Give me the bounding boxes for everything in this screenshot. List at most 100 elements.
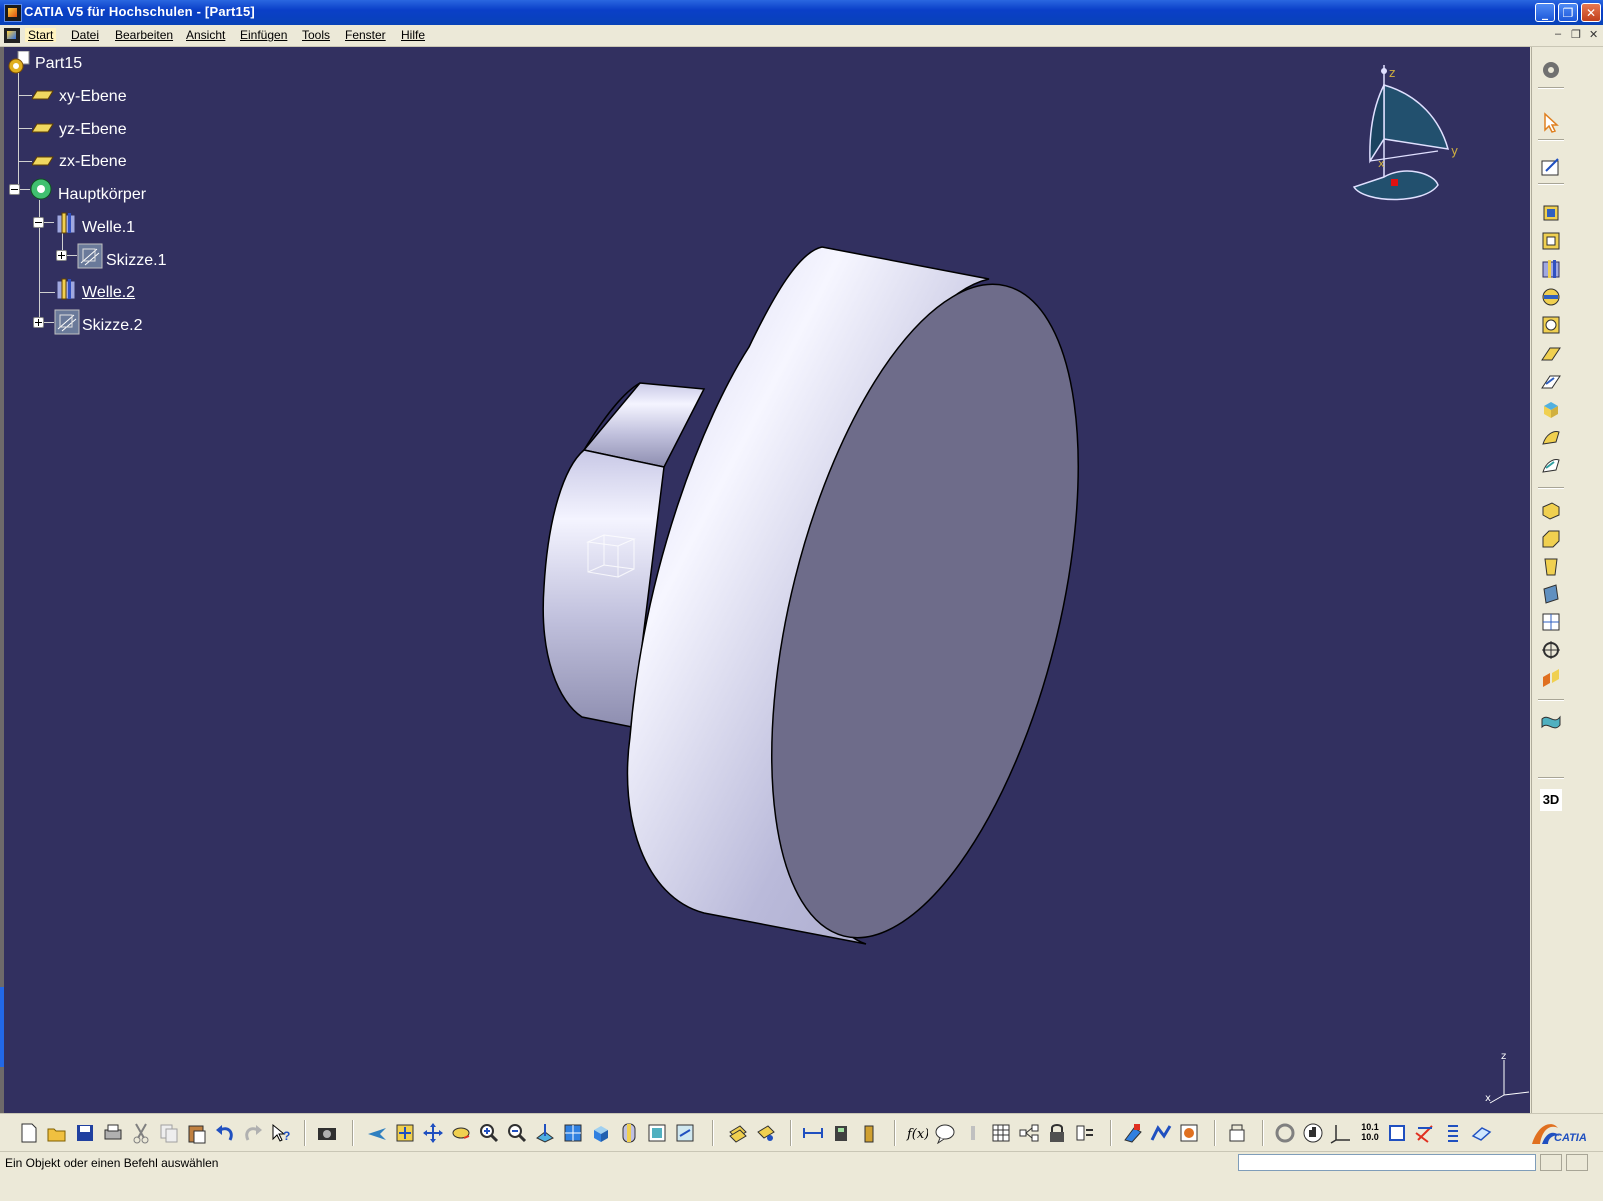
measure-inertia-icon[interactable] <box>858 1122 880 1144</box>
document-icon[interactable] <box>4 28 20 43</box>
render-icon[interactable] <box>1178 1122 1200 1144</box>
tree-item-xy-plane[interactable]: xy-Ebene <box>59 88 127 106</box>
tree-item-sketch-2[interactable]: Skizze.2 <box>82 317 142 335</box>
menu-hilfe[interactable]: Hilfe <box>401 28 425 42</box>
window-close-button[interactable]: ✕ <box>1581 3 1601 22</box>
zoom-in-icon[interactable] <box>478 1122 500 1144</box>
slot-icon[interactable] <box>1540 370 1562 392</box>
apply-material-icon[interactable] <box>1122 1122 1144 1144</box>
snap-icon[interactable] <box>1386 1122 1408 1144</box>
design-table-icon[interactable] <box>990 1122 1012 1144</box>
tree-item-zx-plane[interactable]: zx-Ebene <box>59 153 127 171</box>
undo-icon[interactable] <box>214 1122 236 1144</box>
settings-icon[interactable] <box>1540 59 1562 81</box>
pan-icon[interactable] <box>422 1122 444 1144</box>
reference-plane-icon[interactable] <box>726 1122 748 1144</box>
fillet-icon[interactable] <box>1540 499 1562 521</box>
stiffener-icon[interactable] <box>1540 398 1562 420</box>
tree-item-sketch-1[interactable]: Skizze.1 <box>106 252 166 270</box>
whats-this-icon[interactable]: ? <box>270 1122 292 1144</box>
tree-item-shaft-1[interactable]: Welle.1 <box>82 219 135 237</box>
mdi-minimize-button[interactable]: – <box>1555 28 1561 40</box>
zoom-out-icon[interactable] <box>506 1122 528 1144</box>
plane-icon[interactable] <box>32 155 54 167</box>
tree-expand-toggle[interactable] <box>33 317 44 328</box>
law-icon[interactable] <box>962 1122 984 1144</box>
catia-app-icon[interactable] <box>4 4 22 22</box>
list-icon[interactable] <box>1442 1122 1464 1144</box>
mdi-restore-button[interactable]: ❐ <box>1571 28 1581 41</box>
part-geometry[interactable] <box>4 47 1530 1113</box>
command-option-button[interactable] <box>1540 1154 1562 1171</box>
copy-icon[interactable] <box>158 1122 180 1144</box>
axis-system-icon[interactable] <box>1330 1122 1352 1144</box>
tree-item-part15[interactable]: Part15 <box>35 55 82 73</box>
sketch-icon[interactable] <box>77 243 103 269</box>
hole-icon[interactable] <box>1540 314 1562 336</box>
multi-section-icon[interactable] <box>1540 426 1562 448</box>
pocket-icon[interactable] <box>1540 230 1562 252</box>
command-input[interactable] <box>1238 1154 1536 1171</box>
formula-icon[interactable]: f(x) <box>906 1122 928 1144</box>
menu-einfuegen[interactable]: Einfügen <box>240 28 287 42</box>
tree-item-yz-plane[interactable]: yz-Ebene <box>59 121 127 139</box>
save-icon[interactable] <box>74 1122 96 1144</box>
shaft-feature-icon[interactable] <box>54 277 78 301</box>
command-option-button[interactable] <box>1566 1154 1588 1171</box>
instantiate-icon[interactable] <box>1018 1122 1040 1144</box>
sketcher-icon[interactable] <box>1540 155 1562 177</box>
multi-view-icon[interactable] <box>562 1122 584 1144</box>
menu-datei[interactable]: Datei <box>71 28 99 42</box>
tree-item-main-body[interactable]: Hauptkörper <box>58 186 146 204</box>
normal-view-icon[interactable] <box>534 1122 556 1144</box>
tree-collapse-toggle[interactable] <box>9 184 20 195</box>
fly-mode-icon[interactable] <box>366 1122 388 1144</box>
3d-view-icon[interactable]: 3D <box>1540 789 1562 811</box>
shading-material-icon[interactable] <box>1150 1122 1172 1144</box>
scale-icon[interactable]: 10.1 10.0 <box>1358 1122 1382 1144</box>
paste-icon[interactable] <box>186 1122 208 1144</box>
measure-item-icon[interactable] <box>830 1122 852 1144</box>
refresh-icon[interactable] <box>1274 1122 1296 1144</box>
open-icon[interactable] <box>46 1122 68 1144</box>
print-icon[interactable] <box>102 1122 124 1144</box>
mdi-close-button[interactable]: ✕ <box>1589 28 1598 41</box>
catalog-icon[interactable] <box>1046 1122 1068 1144</box>
tree-item-shaft-2[interactable]: Welle.2 <box>82 284 135 302</box>
groove-icon[interactable] <box>1540 286 1562 308</box>
rotate-icon[interactable] <box>450 1122 472 1144</box>
compass-icon[interactable]: z y x <box>1344 65 1464 215</box>
new-icon[interactable] <box>18 1122 40 1144</box>
window-maximize-button[interactable]: ❐ <box>1558 3 1578 22</box>
hide-show-icon[interactable] <box>646 1122 668 1144</box>
measure-between-icon[interactable] <box>802 1122 824 1144</box>
menu-bearbeiten[interactable]: Bearbeiten <box>115 28 173 42</box>
menu-ansicht[interactable]: Ansicht <box>186 28 225 42</box>
grid-icon[interactable] <box>1414 1122 1436 1144</box>
plane-icon[interactable] <box>32 122 54 134</box>
3d-viewport[interactable]: z y x z x Part15 xy-Ebene yz-Ebene zx-Eb <box>4 47 1530 1113</box>
redo-icon[interactable] <box>242 1122 264 1144</box>
knowledge-advisor-icon[interactable] <box>934 1122 956 1144</box>
select-arrow-icon[interactable] <box>1540 111 1562 133</box>
iso-view-icon[interactable] <box>590 1122 612 1144</box>
tree-collapse-toggle[interactable] <box>33 217 44 228</box>
capture-camera-icon[interactable] <box>316 1122 338 1144</box>
shell-icon[interactable] <box>1540 583 1562 605</box>
cut-icon[interactable] <box>130 1122 152 1144</box>
swap-space-icon[interactable] <box>674 1122 696 1144</box>
sketch-icon[interactable] <box>54 309 80 335</box>
shaft-icon[interactable] <box>1540 258 1562 280</box>
window-minimize-button[interactable]: _ <box>1535 3 1555 22</box>
plane-icon[interactable] <box>32 89 54 101</box>
3d-compass-icon[interactable] <box>1470 1122 1492 1144</box>
thickness-icon[interactable] <box>1540 611 1562 633</box>
removed-multi-section-icon[interactable] <box>1540 454 1562 476</box>
update-icon[interactable] <box>1226 1122 1248 1144</box>
tree-expand-toggle[interactable] <box>56 250 67 261</box>
body-gear-icon[interactable] <box>29 177 53 201</box>
menu-start[interactable]: Start <box>25 28 57 42</box>
thread-icon[interactable] <box>1540 639 1562 661</box>
reference-point-icon[interactable] <box>754 1122 776 1144</box>
surface-icon[interactable] <box>1540 711 1562 733</box>
